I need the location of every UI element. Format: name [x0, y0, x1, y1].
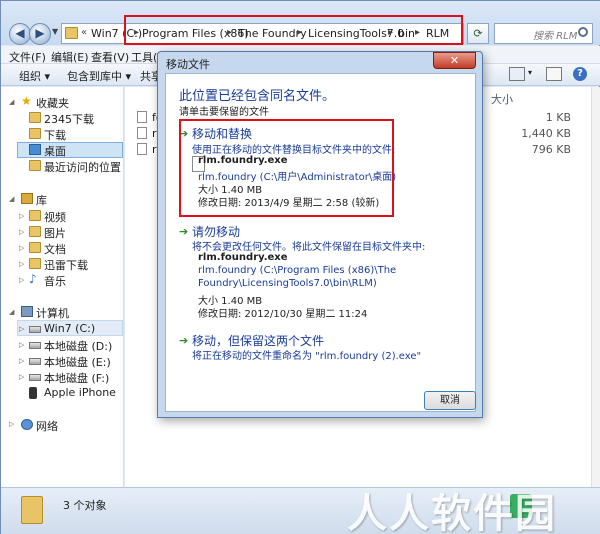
dialog-subheading: 请单击要保留的文件: [179, 107, 269, 118]
organize-button[interactable]: 组织 ▾: [19, 68, 50, 84]
green-arrow-icon: ➔: [179, 225, 189, 238]
thunder-download-icon: [29, 258, 41, 269]
option-file-location: rlm.foundry (C:\Program Files (x86)\The: [198, 265, 397, 276]
music-note-icon: ♪: [29, 272, 37, 286]
nav-apple-iphone[interactable]: Apple iPhone: [44, 386, 116, 399]
refresh-button[interactable]: ⟳: [467, 23, 489, 44]
nav-downloads[interactable]: 下载: [44, 127, 66, 143]
file-icon: [137, 111, 147, 123]
nav-recent-places[interactable]: 最近访问的位置: [44, 159, 121, 175]
nav-drive-f[interactable]: 本地磁盘 (F:): [44, 370, 109, 386]
move-file-dialog: 移动文件 ✕ 此位置已经包含同名文件。 请单击要保留的文件 ➔ 移动和替换 使用…: [157, 51, 483, 418]
nav-2345-download[interactable]: 2345下载: [44, 111, 94, 127]
include-library-button[interactable]: 包含到库中 ▾: [67, 68, 131, 84]
search-input[interactable]: 搜索 RLM: [494, 23, 593, 44]
picture-library-icon: [29, 226, 41, 237]
back-arrow-icon: ◀: [15, 26, 25, 40]
option-desc: 将正在移动的文件重命名为 "rlm.foundry (2).exe": [192, 351, 422, 362]
status-item-count: 3 个对象: [63, 499, 107, 512]
menu-edit[interactable]: 编辑(E): [51, 49, 89, 65]
forward-arrow-icon: ▶: [35, 26, 45, 40]
nav-drive-c[interactable]: Win7 (C:): [44, 322, 95, 335]
dialog-title: 移动文件: [166, 58, 210, 71]
menu-view[interactable]: 查看(V): [91, 49, 129, 65]
collapse-arrow-icon[interactable]: ▷: [19, 260, 24, 268]
collapse-arrow-icon[interactable]: ▷: [19, 212, 24, 220]
collapse-arrow-icon[interactable]: ▷: [9, 420, 14, 428]
collapse-arrow-icon[interactable]: ▷: [19, 325, 24, 333]
nav-videos[interactable]: 视频: [44, 209, 66, 225]
drive-icon: [29, 326, 41, 333]
drive-icon: [29, 358, 41, 365]
overflow-chevron[interactable]: «: [81, 27, 87, 38]
collapse-arrow-icon[interactable]: ▷: [19, 357, 24, 365]
nav-network[interactable]: 网络: [36, 418, 58, 434]
green-arrow-icon: ➔: [179, 334, 189, 347]
nav-drive-e[interactable]: 本地磁盘 (E:): [44, 354, 111, 370]
collapse-arrow-icon[interactable]: ▷: [19, 341, 24, 349]
drive-icon: [29, 342, 41, 349]
dialog-titlebar[interactable]: 移动文件 ✕: [158, 52, 482, 72]
collapse-arrow-icon[interactable]: ▷: [19, 373, 24, 381]
folder-icon: [21, 496, 43, 524]
refresh-icon: ⟳: [473, 27, 483, 40]
iphone-icon: [29, 387, 37, 399]
watermark-logo: 人人软件园: [347, 491, 557, 534]
navigation-pane: ◢ ★ 收藏夹 2345下载 下载 桌面 最近访问的位置 ◢ 库 ▷ 视频 ▷ …: [1, 87, 124, 487]
favorites-star-icon: ★: [21, 94, 32, 108]
menu-file[interactable]: 文件(F): [9, 49, 46, 65]
file-size: 1,440 KB: [521, 127, 571, 140]
option-file-name: rlm.foundry.exe: [198, 252, 288, 263]
option-file-modified: 修改日期: 2012/10/30 星期二 11:24: [198, 309, 368, 320]
expand-arrow-icon[interactable]: ◢: [9, 308, 14, 316]
view-dropdown-icon[interactable]: ▾: [528, 68, 532, 77]
folder-icon: [65, 27, 78, 39]
replace-option-highlight-box: [179, 119, 394, 217]
nav-documents[interactable]: 文档: [44, 241, 66, 257]
preview-pane-icon[interactable]: [546, 67, 562, 81]
video-library-icon: [29, 210, 41, 221]
file-icon: [137, 127, 147, 139]
drive-icon: [29, 374, 41, 381]
nav-computer[interactable]: 计算机: [36, 305, 69, 321]
dialog-heading: 此位置已经包含同名文件。: [179, 89, 336, 104]
vertical-scrollbar[interactable]: [591, 87, 600, 487]
file-icon: [137, 143, 147, 155]
file-size: 1 KB: [545, 111, 571, 124]
cancel-button[interactable]: 取消: [424, 391, 476, 410]
help-icon[interactable]: ?: [573, 67, 587, 81]
forward-button[interactable]: ▶: [29, 23, 51, 45]
folder-icon: [29, 112, 41, 123]
history-chevron-icon[interactable]: ▼: [52, 27, 58, 36]
network-icon: [21, 419, 33, 430]
nav-pictures[interactable]: 图片: [44, 225, 66, 241]
back-button[interactable]: ◀: [9, 23, 31, 45]
collapse-arrow-icon[interactable]: ▷: [19, 244, 24, 252]
option-desc: 将不会更改任何文件。将此文件保留在目标文件夹中:: [192, 242, 426, 253]
document-library-icon: [29, 242, 41, 253]
file-size: 796 KB: [531, 143, 571, 156]
view-options-icon[interactable]: [509, 67, 525, 81]
nav-libraries[interactable]: 库: [36, 192, 47, 208]
nav-thunder-downloads[interactable]: 迅雷下载: [44, 257, 88, 273]
address-highlight-box: [124, 15, 463, 45]
search-placeholder: 搜索 RLM: [533, 31, 578, 42]
size-column-header[interactable]: 大小: [491, 91, 513, 107]
nav-music[interactable]: 音乐: [44, 273, 66, 289]
nav-favorites[interactable]: 收藏夹: [36, 95, 69, 111]
expand-arrow-icon[interactable]: ◢: [9, 195, 14, 203]
nav-drive-d[interactable]: 本地磁盘 (D:): [44, 338, 112, 354]
desktop-icon: [29, 144, 41, 155]
nav-desktop[interactable]: 桌面: [44, 143, 66, 159]
computer-icon: [21, 306, 33, 317]
download-folder-icon: [29, 128, 41, 139]
libraries-icon: [21, 193, 33, 204]
option-file-location-cont: Foundry\LicensingTools7.0\bin\RLM): [198, 278, 377, 289]
close-icon[interactable]: ✕: [433, 52, 476, 69]
search-icon: [578, 27, 588, 37]
collapse-arrow-icon[interactable]: ▷: [19, 276, 24, 284]
collapse-arrow-icon[interactable]: ▷: [19, 228, 24, 236]
recent-places-icon: [29, 160, 41, 171]
expand-arrow-icon[interactable]: ◢: [9, 98, 14, 106]
